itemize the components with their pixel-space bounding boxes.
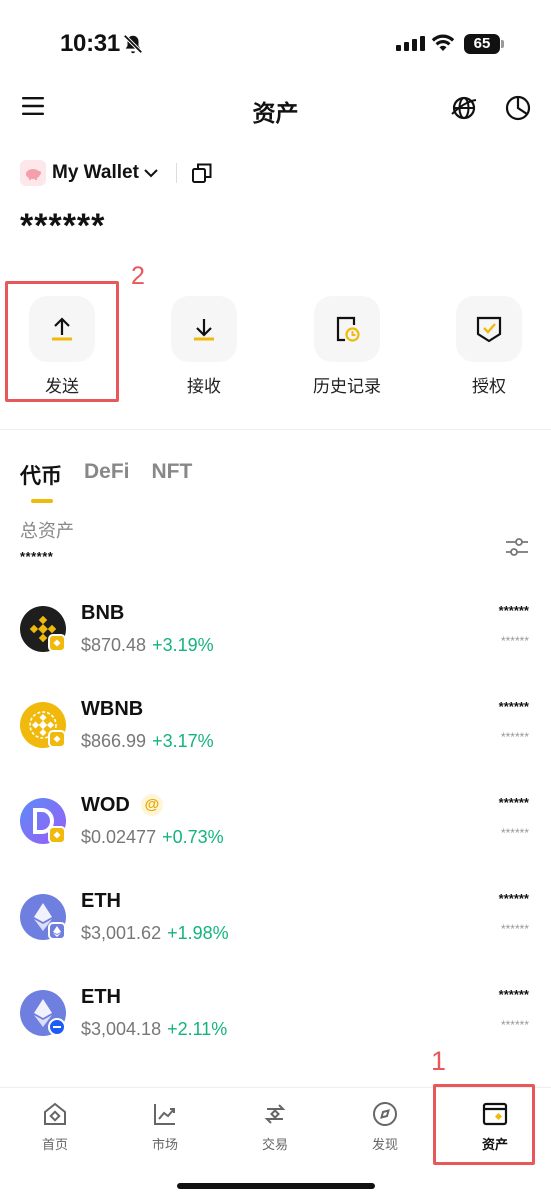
- section-divider: [0, 429, 551, 430]
- price-change: +1.98%: [167, 923, 229, 943]
- wifi-icon: [431, 34, 455, 51]
- action-tile: [456, 296, 522, 362]
- home-indicator: [177, 1183, 375, 1189]
- token-symbol: BNB: [81, 602, 125, 624]
- price-value: $3,001.62: [81, 923, 162, 943]
- action-tile: [314, 296, 380, 362]
- discover-icon: [373, 1102, 397, 1126]
- token-row-wbnb[interactable]: WBNB $866.99 +3.17% ****** ******: [0, 686, 551, 782]
- token-amount: ******: [498, 987, 529, 1002]
- wallet-balance: ******: [20, 207, 106, 245]
- tab-nft[interactable]: NFT: [152, 460, 193, 490]
- history-icon: [336, 316, 360, 342]
- token-amount: ******: [498, 699, 529, 714]
- receive-button[interactable]: 接收: [149, 296, 259, 397]
- price-value: $870.48: [81, 635, 147, 655]
- token-symbol: ETH: [81, 890, 121, 912]
- token-row-eth-base[interactable]: ETH $3,004.18 +2.11% ****** ******: [0, 974, 551, 1070]
- divider: [175, 163, 177, 183]
- history-button[interactable]: 历史记录: [292, 296, 402, 397]
- nav-label: 发现: [371, 1137, 398, 1152]
- token-price: $3,001.62 +1.98%: [81, 923, 229, 944]
- token-price: $866.99 +3.17%: [81, 731, 214, 752]
- annotation-box-send: [5, 281, 119, 402]
- token-fiat-value: ******: [500, 826, 529, 840]
- token-symbol: WOD: [81, 794, 130, 816]
- annotation-number-1: 1: [431, 1046, 447, 1076]
- status-bar: 10:31 65: [0, 0, 551, 88]
- token-fiat-value: ******: [500, 634, 529, 648]
- receive-label: 接收: [187, 377, 221, 396]
- asset-tabs: 代币 DeFi NFT: [20, 460, 193, 503]
- token-price: $0.02477 +0.73%: [81, 827, 224, 848]
- token-amount: ******: [498, 891, 529, 906]
- filter-settings-icon[interactable]: [505, 536, 529, 558]
- cellular-signal-icon: [396, 36, 425, 51]
- trade-icon: [264, 1104, 286, 1124]
- token-row-bnb[interactable]: BNB $870.48 +3.19% ****** ******: [0, 590, 551, 686]
- price-change: +2.11%: [167, 1019, 228, 1039]
- copy-icon[interactable]: [191, 162, 213, 184]
- bnb-chain-badge-icon: [48, 826, 66, 844]
- price-value: $3,004.18: [81, 1019, 162, 1039]
- status-time: 10:31: [60, 30, 120, 57]
- token-amount: ******: [498, 795, 529, 810]
- nav-label: 交易: [261, 1137, 288, 1152]
- battery-indicator: 65: [464, 34, 504, 54]
- nav-trade[interactable]: 交易: [220, 1100, 330, 1153]
- home-icon: [44, 1102, 66, 1125]
- mention-badge-icon: @: [141, 794, 163, 816]
- price-value: $866.99: [81, 731, 147, 751]
- piggy-bank-icon: [20, 160, 46, 186]
- token-price: $870.48 +3.19%: [81, 635, 214, 656]
- price-change: +3.19%: [152, 635, 214, 655]
- annotation-box-assets: [433, 1084, 535, 1165]
- pie-chart-icon[interactable]: [504, 94, 532, 122]
- nav-market[interactable]: 市场: [110, 1100, 220, 1153]
- bnb-chain-badge-icon: [48, 730, 66, 748]
- network-globe-icon[interactable]: [450, 94, 478, 122]
- total-assets-value: ******: [20, 549, 54, 564]
- tab-defi[interactable]: DeFi: [84, 460, 130, 490]
- nav-label: 市场: [151, 1137, 178, 1152]
- nav-home[interactable]: 首页: [0, 1100, 110, 1153]
- base-chain-badge-icon: [48, 1018, 66, 1036]
- nav-label: 首页: [41, 1137, 68, 1152]
- price-change: +3.17%: [152, 731, 214, 751]
- top-header: 资产: [0, 84, 551, 132]
- token-price: $3,004.18 +2.11%: [81, 1019, 227, 1040]
- tab-tokens[interactable]: 代币: [20, 460, 62, 490]
- authorize-label: 授权: [472, 377, 506, 396]
- bell-off-icon: [123, 34, 143, 54]
- wallet-selector[interactable]: My Wallet: [20, 158, 213, 188]
- authorize-button[interactable]: 授权: [434, 296, 544, 397]
- authorize-icon: [476, 316, 502, 343]
- token-symbol: WBNB: [81, 698, 144, 720]
- chevron-down-icon: [144, 169, 158, 178]
- market-chart-icon: [154, 1104, 175, 1125]
- eth-chain-badge-icon: [48, 922, 66, 940]
- total-assets-label: 总资产: [20, 521, 74, 541]
- token-fiat-value: ******: [500, 730, 529, 744]
- download-icon: [194, 319, 214, 341]
- token-fiat-value: ******: [500, 1018, 529, 1032]
- action-tile: [171, 296, 237, 362]
- price-change: +0.73%: [162, 827, 224, 847]
- token-fiat-value: ******: [500, 922, 529, 936]
- bnb-chain-badge-icon: [48, 634, 66, 652]
- token-symbol: ETH: [81, 986, 121, 1008]
- history-label: 历史记录: [313, 377, 381, 396]
- annotation-number-2: 2: [131, 262, 145, 290]
- nav-discover[interactable]: 发现: [330, 1100, 440, 1153]
- token-amount: ******: [498, 603, 529, 618]
- token-row-wod[interactable]: WOD @ $0.02477 +0.73% ****** ******: [0, 782, 551, 878]
- token-row-eth[interactable]: ETH $3,001.62 +1.98% ****** ******: [0, 878, 551, 974]
- active-tab-indicator: [31, 499, 53, 503]
- price-value: $0.02477: [81, 827, 157, 847]
- wallet-name: My Wallet: [52, 162, 139, 183]
